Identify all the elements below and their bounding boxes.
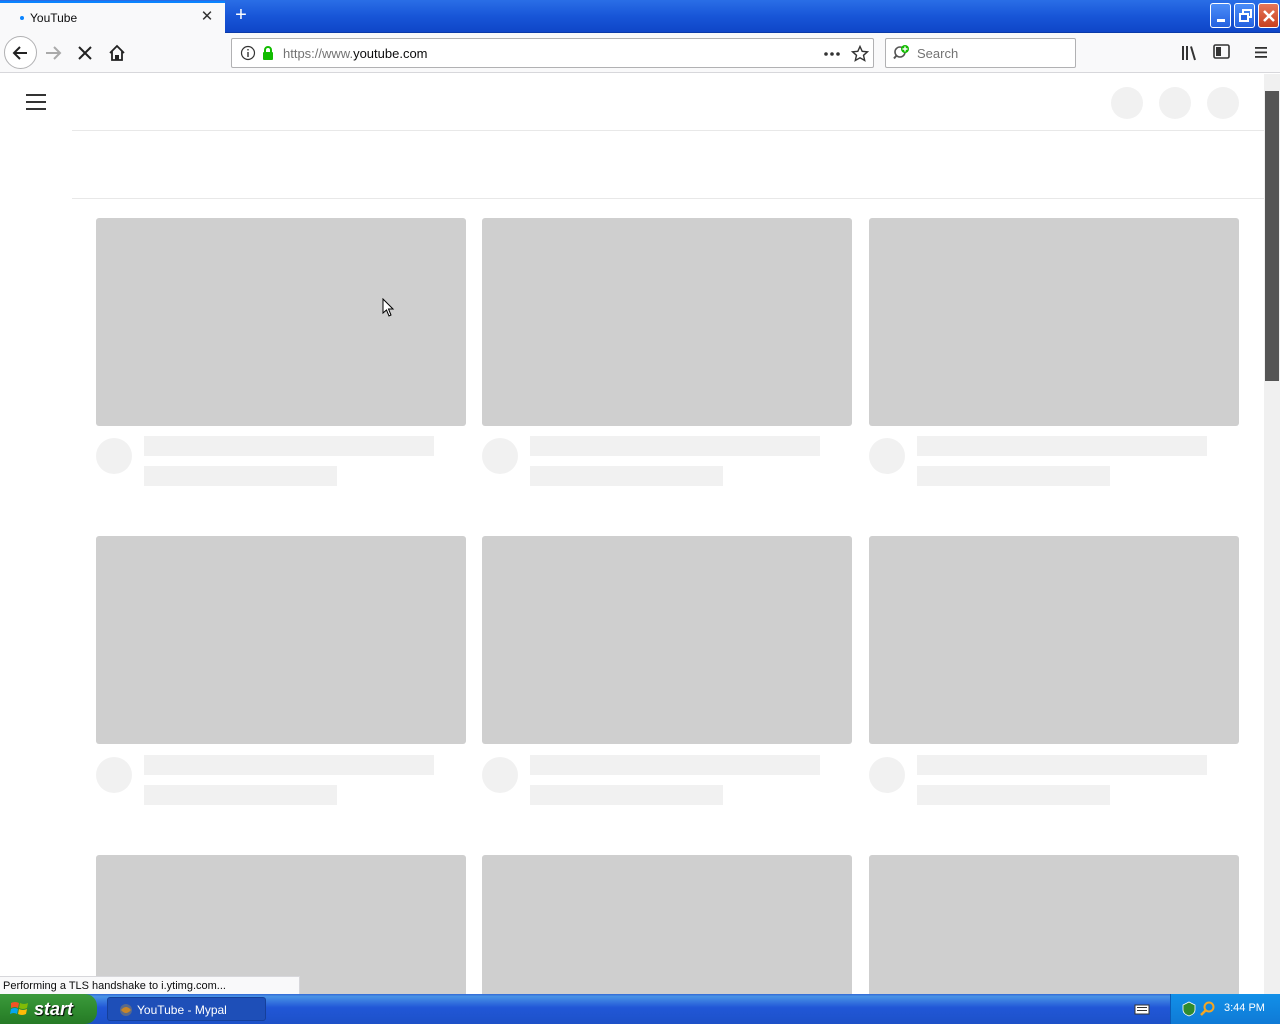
video-thumbnail-placeholder[interactable] bbox=[869, 536, 1239, 744]
loading-dot-icon bbox=[20, 16, 24, 20]
keyboard-icon[interactable] bbox=[1134, 1003, 1150, 1015]
navigation-toolbar: https://www.youtube.com Search bbox=[0, 33, 1280, 73]
title-placeholder bbox=[144, 755, 434, 775]
close-icon bbox=[1263, 10, 1275, 22]
back-arrow-icon bbox=[12, 46, 27, 60]
url-bar[interactable]: https://www.youtube.com bbox=[231, 38, 874, 68]
stop-button[interactable] bbox=[70, 38, 100, 68]
channel-avatar-placeholder bbox=[869, 757, 905, 793]
meta-placeholder bbox=[144, 466, 337, 486]
page-scrollbar[interactable] bbox=[1264, 74, 1280, 994]
library-icon[interactable] bbox=[1180, 45, 1200, 61]
scrollbar-thumb[interactable] bbox=[1265, 91, 1279, 381]
sidebar-icon[interactable] bbox=[1213, 44, 1231, 60]
lock-icon[interactable] bbox=[261, 45, 275, 61]
tab-strip: YouTube ✕ + bbox=[0, 0, 1280, 33]
info-icon[interactable] bbox=[240, 45, 256, 61]
chips-divider bbox=[72, 198, 1264, 199]
search-tray-icon[interactable] bbox=[1200, 1001, 1216, 1017]
windows-logo-icon bbox=[10, 1002, 28, 1015]
minimize-icon bbox=[1217, 19, 1225, 22]
back-button[interactable] bbox=[4, 36, 37, 69]
title-placeholder bbox=[917, 436, 1207, 456]
windows-taskbar: start YouTube - Mypal 3:44 PM bbox=[0, 994, 1280, 1024]
home-button[interactable] bbox=[102, 38, 132, 68]
video-thumbnail-placeholder[interactable] bbox=[869, 218, 1239, 426]
meta-placeholder bbox=[144, 785, 337, 805]
search-icon bbox=[893, 45, 909, 60]
title-placeholder bbox=[144, 436, 434, 456]
restore-button[interactable] bbox=[1234, 3, 1255, 28]
channel-avatar-placeholder bbox=[482, 757, 518, 793]
meta-placeholder bbox=[530, 466, 723, 486]
header-placeholder-circle bbox=[1207, 87, 1239, 119]
title-placeholder bbox=[917, 755, 1207, 775]
video-thumbnail-placeholder[interactable] bbox=[96, 218, 466, 426]
header-placeholder-circle bbox=[1159, 87, 1191, 119]
channel-avatar-placeholder bbox=[96, 757, 132, 793]
video-thumbnail-placeholder[interactable] bbox=[482, 855, 852, 994]
header-divider bbox=[72, 130, 1264, 131]
stop-icon bbox=[78, 46, 92, 60]
video-thumbnail-placeholder[interactable] bbox=[482, 218, 852, 426]
video-thumbnail-placeholder[interactable] bbox=[482, 536, 852, 744]
system-tray: 3:44 PM bbox=[1170, 994, 1280, 1024]
youtube-page bbox=[0, 74, 1264, 994]
title-placeholder bbox=[530, 436, 820, 456]
meta-placeholder bbox=[917, 466, 1110, 486]
search-field[interactable]: Search bbox=[885, 38, 1076, 68]
new-tab-button[interactable]: + bbox=[231, 5, 251, 26]
channel-avatar-placeholder bbox=[869, 438, 905, 474]
tray-clock[interactable]: 3:44 PM bbox=[1224, 1002, 1265, 1014]
browser-app-icon bbox=[120, 1004, 132, 1016]
taskbar-window-button[interactable]: YouTube - Mypal bbox=[107, 997, 266, 1021]
taskbar-window-label: YouTube - Mypal bbox=[137, 1003, 227, 1017]
title-placeholder bbox=[530, 755, 820, 775]
tab-youtube[interactable]: YouTube ✕ bbox=[0, 1, 225, 33]
star-icon[interactable] bbox=[851, 45, 869, 63]
video-thumbnail-placeholder[interactable] bbox=[96, 536, 466, 744]
header-placeholder-circle bbox=[1111, 87, 1143, 119]
close-window-button[interactable] bbox=[1258, 3, 1279, 28]
video-thumbnail-placeholder[interactable] bbox=[96, 855, 466, 994]
home-icon bbox=[109, 44, 125, 61]
start-label: start bbox=[34, 999, 74, 1019]
forward-arrow-icon bbox=[46, 46, 62, 60]
channel-avatar-placeholder bbox=[482, 438, 518, 474]
forward-button[interactable] bbox=[39, 38, 69, 68]
channel-avatar-placeholder bbox=[96, 438, 132, 474]
network-shield-icon[interactable] bbox=[1181, 1001, 1197, 1017]
meta-placeholder bbox=[917, 785, 1110, 805]
more-dots-icon[interactable] bbox=[823, 46, 841, 62]
status-panel: Performing a TLS handshake to i.ytimg.co… bbox=[0, 976, 300, 994]
mouse-cursor-icon bbox=[382, 298, 395, 317]
tab-title: YouTube bbox=[30, 11, 78, 25]
hamburger-icon[interactable] bbox=[1253, 44, 1269, 60]
url-domain: youtube.com bbox=[353, 46, 428, 61]
tab-close-icon[interactable]: ✕ bbox=[199, 9, 215, 25]
start-button[interactable]: start bbox=[0, 994, 97, 1024]
restore-icon bbox=[1239, 9, 1252, 22]
guide-menu-icon[interactable] bbox=[26, 94, 46, 110]
meta-placeholder bbox=[530, 785, 723, 805]
search-placeholder: Search bbox=[917, 46, 959, 61]
url-prefix: https://www. bbox=[283, 46, 354, 61]
minimize-button[interactable] bbox=[1210, 3, 1231, 28]
video-thumbnail-placeholder[interactable] bbox=[869, 855, 1239, 994]
url-text[interactable]: https://www.youtube.com bbox=[283, 46, 428, 61]
